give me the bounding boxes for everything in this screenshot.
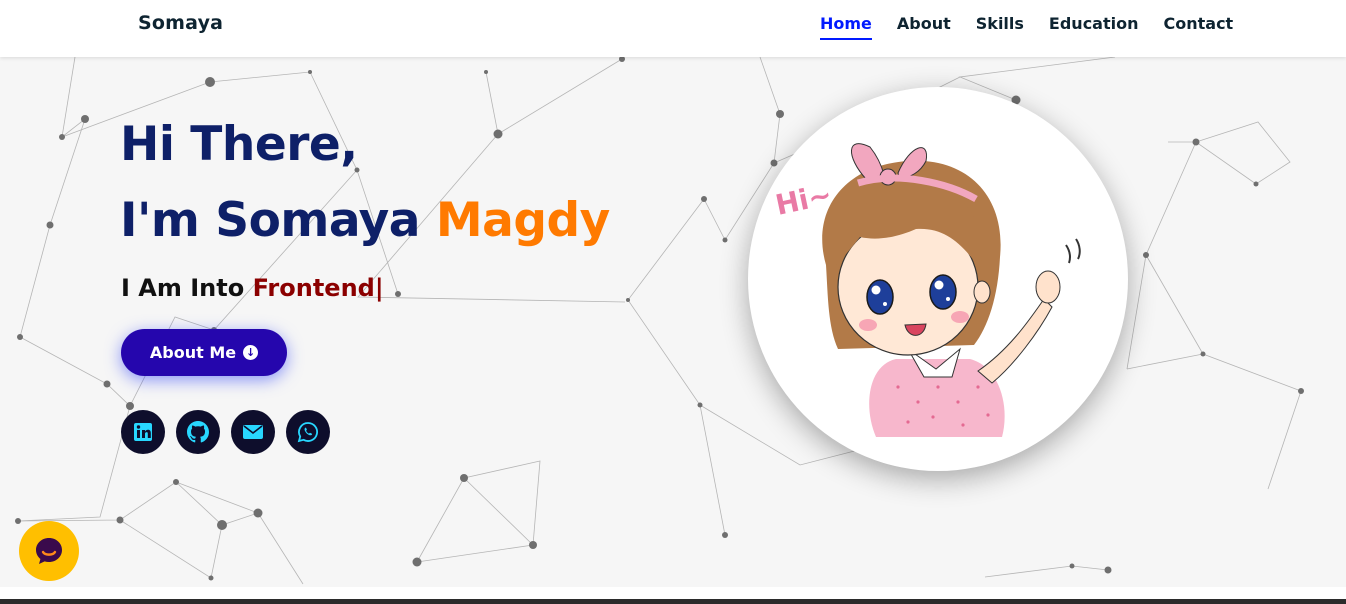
chat-widget-button[interactable] bbox=[19, 521, 79, 581]
typed-text: I Am Into Frontend| bbox=[121, 274, 384, 302]
social-links bbox=[121, 410, 330, 454]
hero-intro: I'm Somaya Magdy bbox=[120, 193, 610, 248]
linkedin-icon bbox=[134, 423, 152, 441]
bottom-edge bbox=[0, 587, 1346, 604]
nav-skills[interactable]: Skills bbox=[976, 14, 1024, 40]
nav-contact[interactable]: Contact bbox=[1164, 14, 1234, 40]
whatsapp-link[interactable] bbox=[286, 410, 330, 454]
bottom-divider bbox=[0, 599, 1346, 604]
chat-bubble-icon bbox=[36, 538, 62, 564]
hero-greeting: Hi There, bbox=[120, 117, 358, 172]
github-icon bbox=[187, 421, 209, 443]
typed-prefix: I Am Into bbox=[121, 274, 245, 302]
about-me-label: About Me bbox=[149, 343, 237, 362]
typed-cursor: | bbox=[374, 274, 384, 302]
navbar: Somaya Home About Skills Education Conta… bbox=[0, 0, 1346, 57]
about-me-button[interactable]: About Me ↓ bbox=[121, 329, 287, 376]
nav-links: Home About Skills Education Contact bbox=[820, 14, 1258, 40]
github-link[interactable] bbox=[176, 410, 220, 454]
profile-avatar: Hi~ bbox=[748, 87, 1128, 471]
typed-word: Frontend bbox=[252, 274, 375, 302]
cartoon-girl-illustration: Hi~ bbox=[773, 143, 1081, 437]
arrow-down-circle-icon: ↓ bbox=[243, 345, 259, 360]
brand-logo[interactable]: Somaya bbox=[138, 12, 223, 34]
linkedin-link[interactable] bbox=[121, 410, 165, 454]
nav-about[interactable]: About bbox=[897, 14, 951, 40]
nav-education[interactable]: Education bbox=[1049, 14, 1139, 40]
whatsapp-icon bbox=[297, 422, 318, 443]
envelope-icon bbox=[243, 425, 263, 439]
hero-section: Hi There, I'm Somaya Magdy I Am Into Fro… bbox=[0, 57, 1346, 587]
hero-intro-name: I'm Somaya bbox=[120, 193, 420, 248]
email-link[interactable] bbox=[231, 410, 275, 454]
hero-intro-highlight: Magdy bbox=[435, 193, 610, 248]
nav-home[interactable]: Home bbox=[820, 14, 872, 40]
avatar-caption: Hi~ bbox=[773, 178, 835, 222]
